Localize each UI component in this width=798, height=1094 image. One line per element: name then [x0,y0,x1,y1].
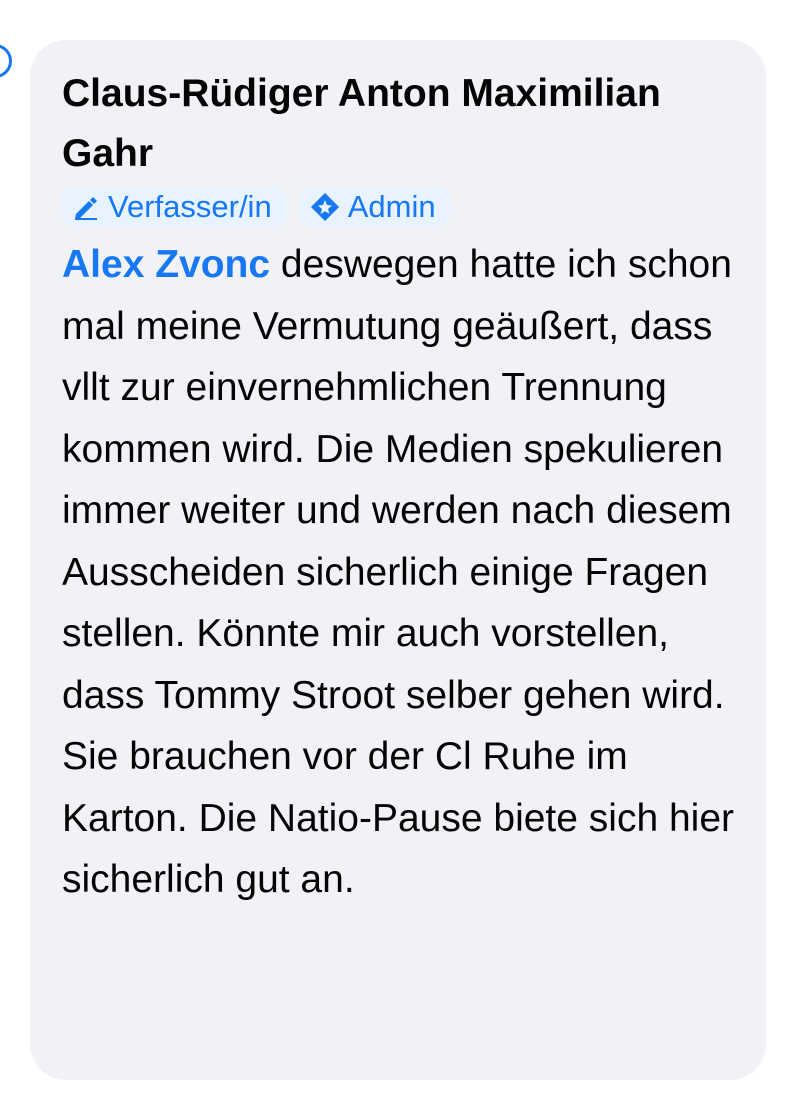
comment-bubble: Claus-Rüdiger Anton Maximilian Gahr Verf… [30,40,766,1080]
mention-link[interactable]: Alex Zvonc [62,243,270,286]
shield-star-icon [310,192,340,222]
comment-text: Alex Zvonc deswegen hatte ich schon mal … [62,234,752,911]
avatar[interactable] [0,44,12,78]
badge-admin-label: Admin [347,189,436,224]
badge-author: Verfasser/in [62,188,286,226]
author-badges: Verfasser/in Admin [62,186,736,228]
badge-author-label: Verfasser/in [108,189,272,224]
comment-author-name[interactable]: Claus-Rüdiger Anton Maximilian Gahr [62,64,742,184]
badge-admin: Admin [299,188,450,226]
pencil-icon [72,194,100,220]
comment-body: deswegen hatte ich schon mal meine Vermu… [62,243,735,901]
